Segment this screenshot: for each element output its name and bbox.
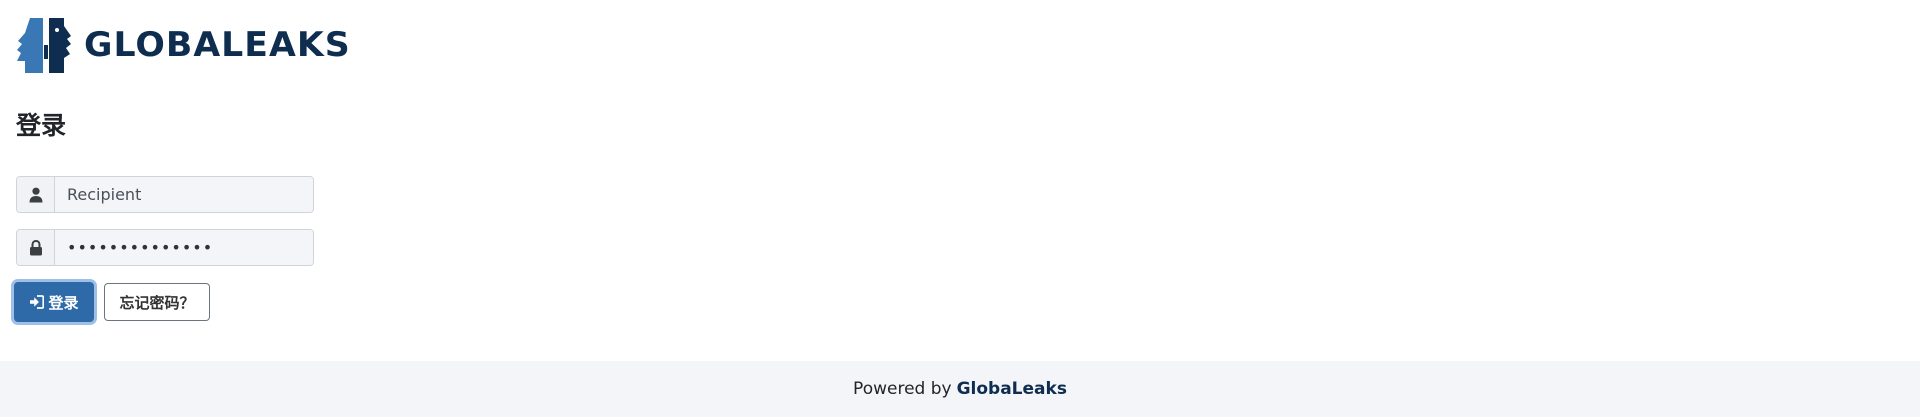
header: GLOBALEAKS	[16, 16, 350, 74]
username-field-group	[16, 176, 314, 213]
password-field-group	[16, 229, 314, 266]
user-icon	[17, 177, 55, 212]
forgot-password-button[interactable]: 忘记密码？	[104, 283, 210, 321]
login-button-label: 登录	[48, 293, 79, 312]
page-title: 登录	[16, 111, 67, 140]
login-page: GLOBALEAKS 登录 登录 忘记密码？ Powered by Gl	[0, 0, 1920, 417]
sign-in-icon	[30, 295, 45, 309]
brand-name: GLOBALEAKS	[84, 25, 351, 65]
footer: Powered by GlobaLeaks	[0, 361, 1920, 417]
lock-icon	[17, 230, 55, 265]
username-input[interactable]	[55, 177, 313, 212]
password-input[interactable]	[55, 230, 313, 265]
powered-by-text: Powered by	[853, 379, 952, 399]
login-button[interactable]: 登录	[14, 282, 94, 322]
globaleaks-logo-icon[interactable]	[16, 17, 72, 74]
footer-brand-link[interactable]: GlobaLeaks	[957, 379, 1067, 399]
